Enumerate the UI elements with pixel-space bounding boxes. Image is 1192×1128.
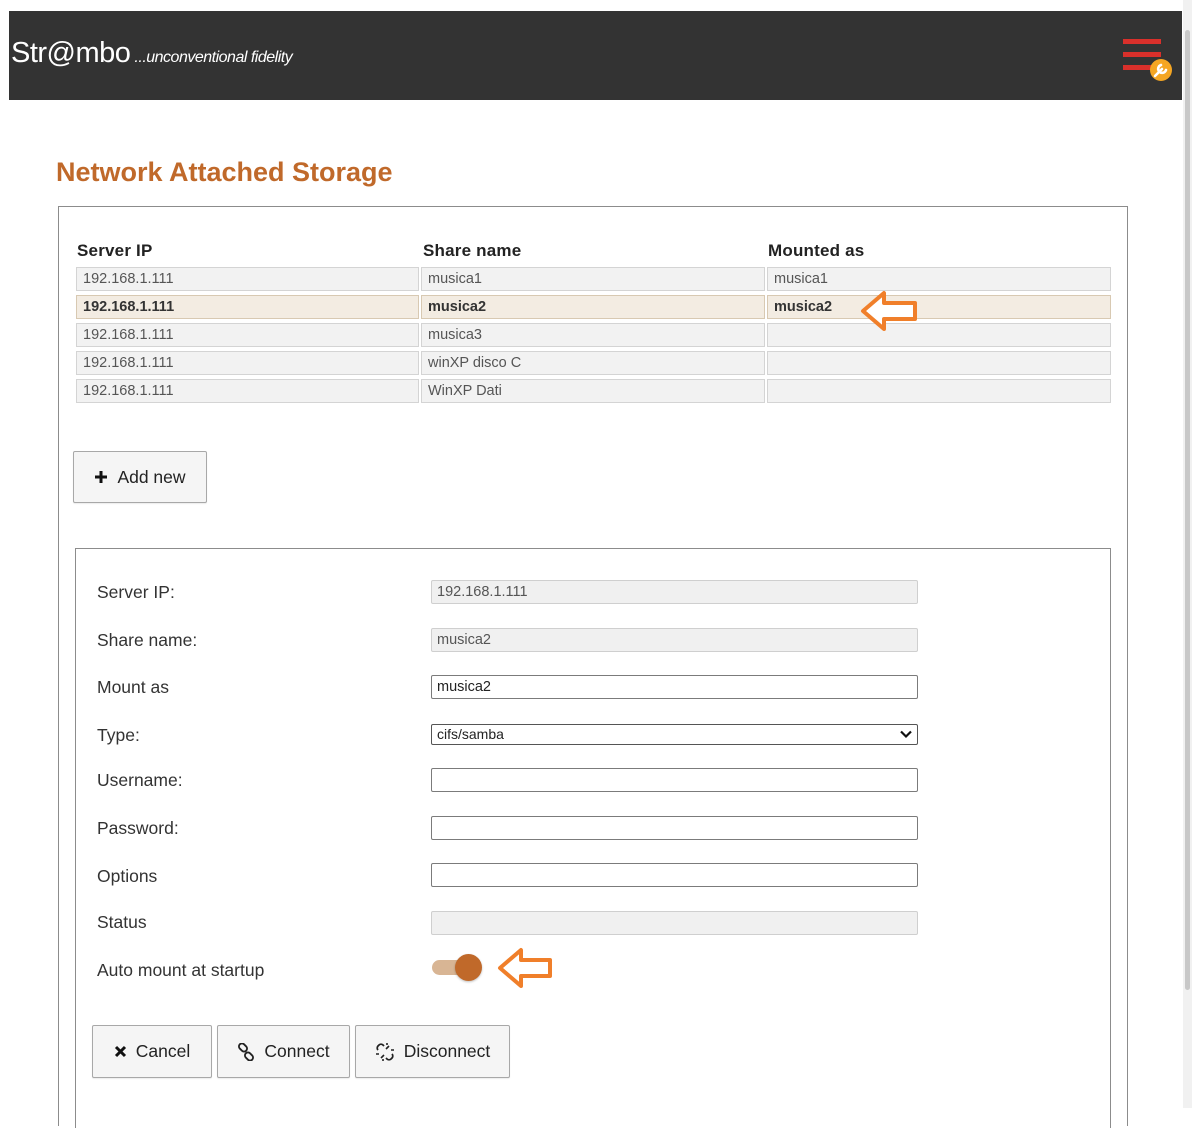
cell-mounted-as — [767, 351, 1111, 375]
cell-server-ip: 192.168.1.111 — [76, 351, 419, 375]
cell-server-ip: 192.168.1.111 — [76, 295, 419, 319]
username-label: Username: — [97, 770, 183, 790]
brand-name: Str@mbo — [11, 37, 131, 69]
scrollbar-thumb[interactable] — [1185, 30, 1190, 990]
add-new-button[interactable]: Add new — [73, 451, 207, 503]
cell-share-name: musica2 — [421, 295, 765, 319]
plus-icon — [95, 471, 108, 483]
cell-mounted-as — [767, 379, 1111, 403]
cell-server-ip: 192.168.1.111 — [76, 323, 419, 347]
cell-share-name: winXP disco C — [421, 351, 765, 375]
type-label: Type: — [97, 725, 140, 745]
disconnect-label: Disconnect — [403, 1041, 491, 1061]
mount-as-field[interactable]: musica2 — [431, 675, 918, 699]
column-header-server-ip: Server IP — [77, 241, 153, 260]
disconnect-button[interactable]: Disconnect — [355, 1025, 510, 1078]
server-ip-label: Server IP: — [97, 582, 175, 602]
hamburger-wrench-icon[interactable] — [1121, 37, 1177, 83]
share-name-label: Share name: — [97, 630, 198, 650]
column-header-share-name: Share name — [423, 241, 522, 260]
close-icon — [114, 1045, 126, 1058]
cell-share-name: musica3 — [421, 323, 765, 347]
toggle-knob — [455, 954, 482, 981]
unlink-icon — [375, 1042, 394, 1061]
cell-server-ip: 192.168.1.111 — [76, 379, 419, 403]
page-title: Network Attached Storage — [56, 157, 393, 187]
cell-share-name: musica1 — [421, 267, 765, 291]
type-select-value: cifs/samba — [437, 726, 504, 742]
link-icon — [238, 1042, 255, 1061]
annotation-arrow-icon — [861, 291, 917, 331]
cancel-label: Cancel — [135, 1041, 191, 1061]
server-ip-field[interactable]: 192.168.1.111 — [431, 580, 918, 604]
chevron-down-icon — [900, 730, 912, 739]
username-field[interactable] — [431, 768, 918, 792]
connect-label: Connect — [264, 1041, 330, 1061]
connect-button[interactable]: Connect — [217, 1025, 350, 1078]
add-new-label: Add new — [117, 466, 186, 487]
password-field[interactable] — [431, 816, 918, 840]
cell-mounted-as — [767, 323, 1111, 347]
password-label: Password: — [97, 818, 179, 838]
status-label: Status — [97, 912, 147, 932]
cell-server-ip: 192.168.1.111 — [76, 267, 419, 291]
automount-toggle[interactable] — [431, 953, 485, 981]
annotation-arrow-icon — [498, 948, 552, 988]
cancel-button[interactable]: Cancel — [92, 1025, 212, 1078]
column-header-mounted-as: Mounted as — [768, 241, 865, 260]
type-select[interactable]: cifs/samba — [431, 724, 918, 745]
cell-share-name: WinXP Dati — [421, 379, 765, 403]
cell-mounted-as: musica2 — [767, 295, 1111, 319]
options-field[interactable] — [431, 863, 918, 887]
cell-mounted-as: musica1 — [767, 267, 1111, 291]
brand-logo[interactable]: Str@mbo ...unconventional fidelity — [11, 37, 293, 70]
top-bar: Str@mbo ...unconventional fidelity — [9, 11, 1182, 100]
brand-tagline: ...unconventional fidelity — [134, 49, 293, 66]
status-field — [431, 911, 918, 935]
share-name-field[interactable]: musica2 — [431, 628, 918, 652]
mount-as-label: Mount as — [97, 677, 169, 697]
options-label: Options — [97, 866, 158, 886]
automount-label: Auto mount at startup — [97, 960, 265, 980]
